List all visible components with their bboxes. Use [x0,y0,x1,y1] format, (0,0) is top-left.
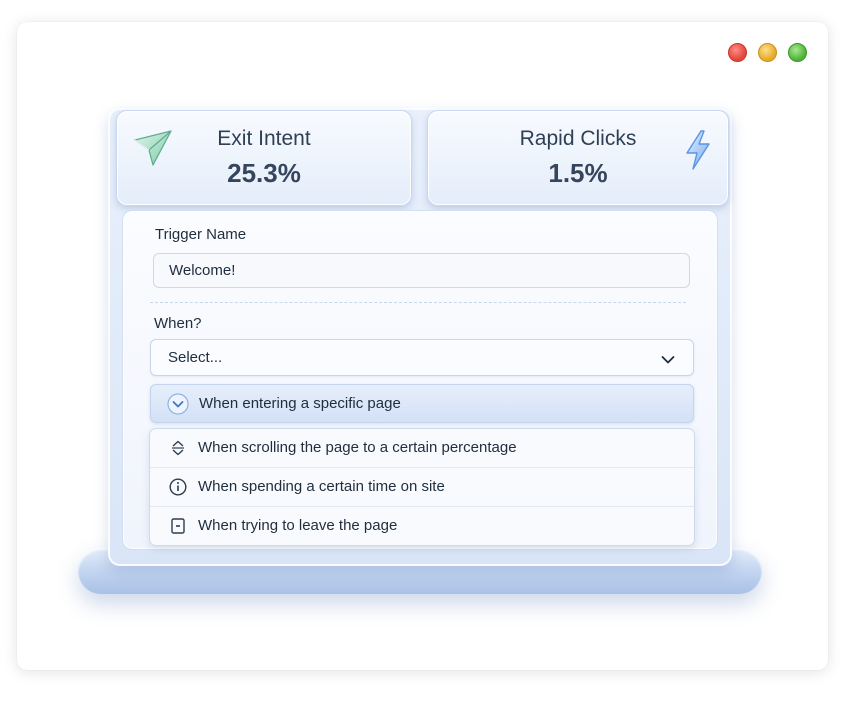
chevron-down-icon [661,352,675,370]
stat-card-exit-intent: Exit Intent 25.3% [116,110,412,206]
options-list: When scrolling the page to a certain per… [149,428,695,546]
stat-value: 1.5% [548,158,608,188]
form-divider [150,302,686,303]
close-window-button[interactable] [728,43,747,62]
select-value: Select... [168,349,223,366]
option-scrolling[interactable]: When scrolling the page to a certain per… [150,429,694,468]
when-select[interactable]: Select... [150,339,694,376]
trigger-name-input[interactable]: Welcome! [153,253,690,288]
stat-value: 25.3% [227,158,301,188]
stat-title: Rapid Clicks [519,127,637,150]
minimize-window-button[interactable] [758,43,777,62]
stat-card-rapid-clicks: Rapid Clicks 1.5% [427,110,729,206]
option-entering-page[interactable]: When entering a specific page [150,384,694,423]
chevron-circle-icon [167,393,189,415]
window-controls [728,43,807,62]
maximize-window-button[interactable] [788,43,807,62]
exit-icon [169,517,187,535]
when-label: When? [154,315,202,332]
option-label: When scrolling the page to a certain per… [198,439,517,456]
option-leave-page[interactable]: When trying to leave the page [150,507,694,545]
trigger-name-label: Trigger Name [155,226,247,243]
option-label: When entering a specific page [199,395,401,412]
option-label: When trying to leave the page [198,517,398,534]
stat-title: Exit Intent [217,127,311,150]
info-icon [169,478,187,496]
option-label: When spending a certain time on site [198,478,445,495]
option-time-on-site[interactable]: When spending a certain time on site [150,468,694,507]
scroll-icon [169,439,187,457]
